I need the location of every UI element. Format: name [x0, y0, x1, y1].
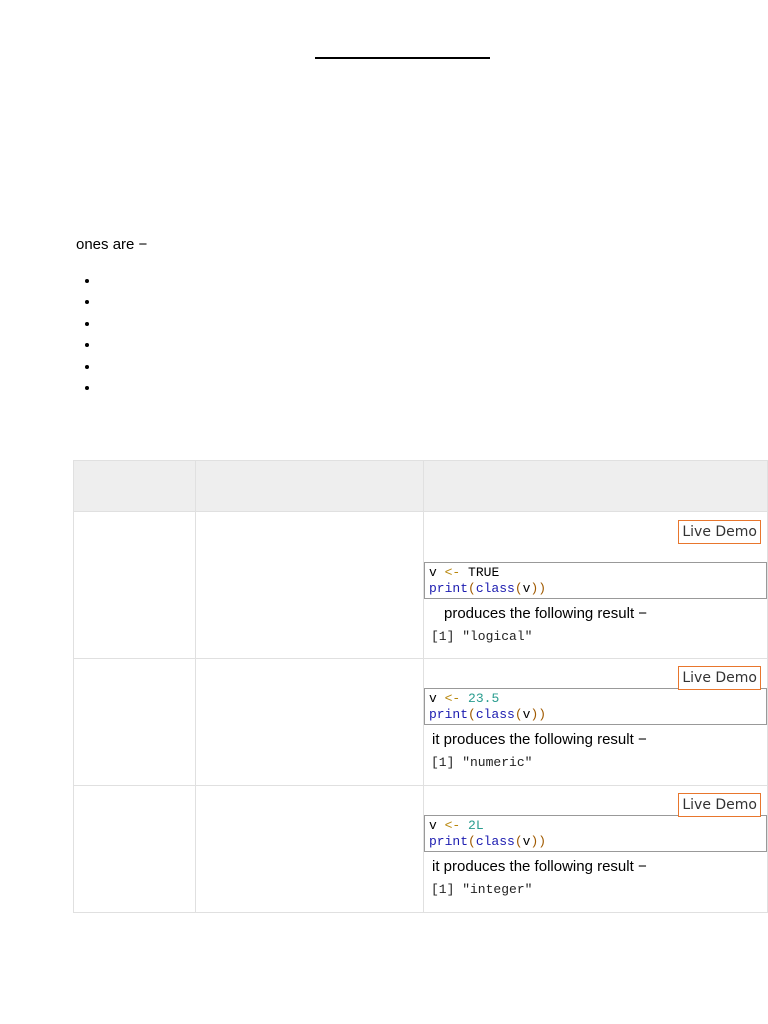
example-values-cell	[195, 511, 424, 659]
data-type-list	[76, 270, 100, 398]
output-text: [1] "logical"	[431, 629, 533, 644]
table-header-row	[73, 460, 768, 512]
table-row: Live Demo v <- 2L print(class(v)) it pro…	[73, 785, 768, 913]
result-text: it produces the following result −	[432, 731, 647, 748]
header-cell	[73, 460, 196, 512]
type-cell	[73, 785, 196, 913]
live-demo-button[interactable]: Live Demo	[678, 666, 761, 690]
code-block[interactable]: v <- 2L print(class(v))	[424, 815, 767, 852]
table-row: Live Demo v <- 23.5 print(class(v)) it p…	[73, 658, 768, 786]
result-text: produces the following result −	[444, 605, 648, 622]
verify-cell: Live Demo v <- 23.5 print(class(v)) it p…	[423, 658, 768, 786]
intro-text: ones are −	[76, 236, 148, 253]
header-cell	[423, 460, 768, 512]
live-demo-button[interactable]: Live Demo	[678, 793, 761, 817]
example-values-cell	[195, 785, 424, 913]
header-cell	[195, 460, 424, 512]
type-cell	[73, 658, 196, 786]
output-text: [1] "numeric"	[431, 755, 533, 770]
data-types-table: Live Demo v <- TRUE print(class(v)) prod…	[73, 460, 768, 913]
verify-cell: Live Demo v <- 2L print(class(v)) it pro…	[423, 785, 768, 913]
example-values-cell	[195, 658, 424, 786]
result-text: it produces the following result −	[432, 858, 647, 875]
output-text: [1] "integer"	[431, 882, 533, 897]
code-block[interactable]: v <- 23.5 print(class(v))	[424, 688, 767, 725]
verify-cell: Live Demo v <- TRUE print(class(v)) prod…	[423, 511, 768, 659]
type-cell	[73, 511, 196, 659]
live-demo-button[interactable]: Live Demo	[678, 520, 761, 544]
table-row: Live Demo v <- TRUE print(class(v)) prod…	[73, 511, 768, 659]
title-underline	[315, 57, 490, 59]
code-block[interactable]: v <- TRUE print(class(v))	[424, 562, 767, 599]
